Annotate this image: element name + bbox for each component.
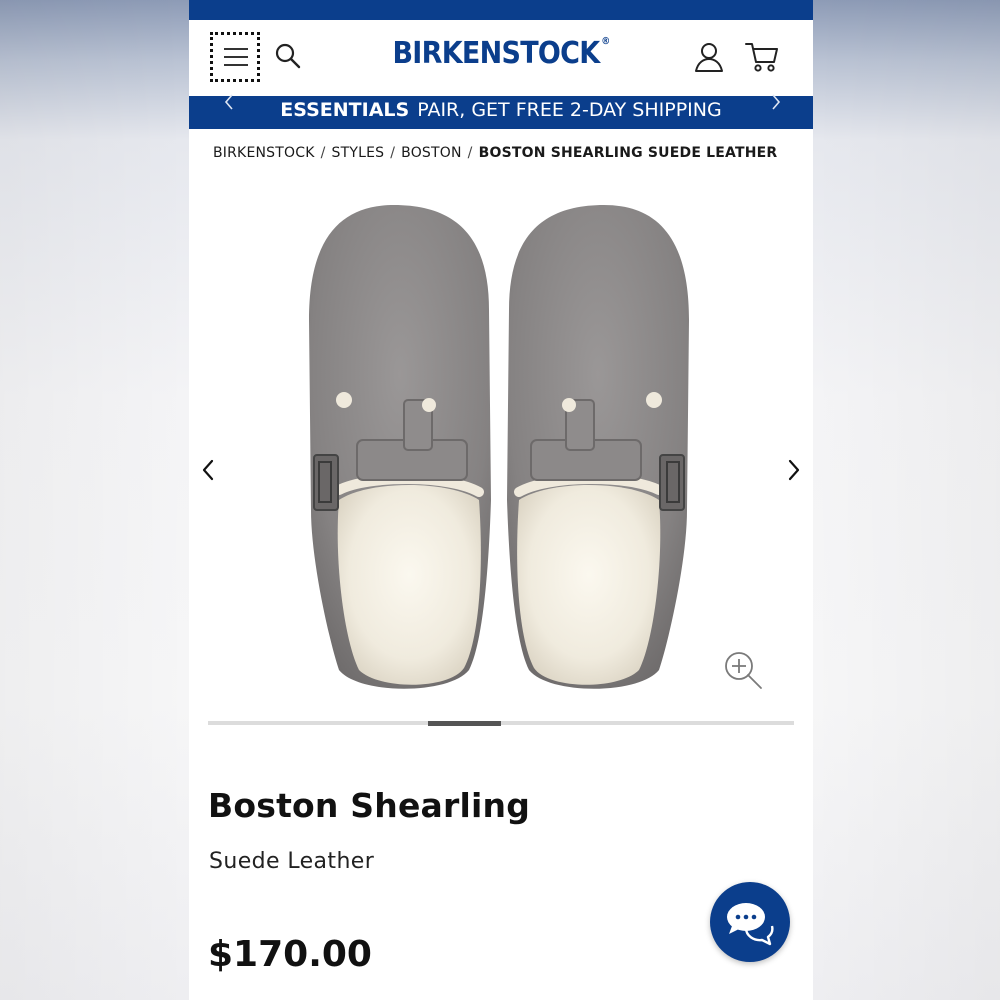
breadcrumb-separator: /	[320, 145, 326, 161]
brand-logo-text: BIRKENSTOCK	[392, 36, 600, 71]
registered-mark: ®	[601, 36, 610, 47]
cart-icon	[745, 43, 778, 72]
chevron-right-icon	[772, 94, 781, 110]
chevron-right-icon	[788, 459, 800, 481]
product-image[interactable]	[299, 200, 699, 700]
phone-screen: BIRKENSTOCK ® ESSENTIALS PAIR, GET FREE 2-…	[189, 0, 813, 1000]
breadcrumb: BIRKENSTOCK / STYLES / BOSTON / BOSTON SHEARLI…	[213, 145, 777, 161]
account-icon	[695, 43, 723, 72]
gallery-progress-track[interactable]	[208, 721, 794, 725]
product-gallery	[189, 190, 813, 710]
gallery-prev-button[interactable]	[199, 457, 217, 483]
promo-highlight: ESSENTIALS	[280, 99, 410, 121]
product-material: Suede Leather	[209, 849, 375, 874]
gallery-next-button[interactable]	[785, 457, 803, 483]
left-clog	[309, 205, 491, 689]
breadcrumb-link-styles[interactable]: STYLES	[332, 145, 385, 161]
chat-button[interactable]	[710, 882, 790, 962]
right-clog	[507, 205, 689, 689]
backdrop-left	[0, 0, 189, 1000]
chat-bubbles-icon	[727, 903, 774, 946]
cart-button[interactable]	[744, 40, 780, 74]
site-header: BIRKENSTOCK ®	[189, 20, 813, 96]
zoom-button[interactable]	[721, 648, 765, 692]
product-price: $170.00	[208, 934, 372, 975]
breadcrumb-separator: /	[390, 145, 396, 161]
account-button[interactable]	[692, 40, 726, 74]
backdrop-right	[811, 0, 1000, 1000]
breadcrumb-current: BOSTON SHEARLING SUEDE LEATHER	[478, 145, 778, 161]
chevron-left-icon	[202, 459, 214, 481]
promo-next-button[interactable]	[766, 92, 786, 112]
product-title: Boston Shearling	[208, 786, 531, 825]
promo-text: ESSENTIALS PAIR, GET FREE 2-DAY SHIPPING	[189, 99, 813, 121]
breadcrumb-link-boston[interactable]: BOSTON	[401, 145, 462, 161]
top-blue-strip	[189, 0, 813, 20]
breadcrumb-separator: /	[467, 145, 473, 161]
gallery-progress-thumb[interactable]	[428, 721, 501, 726]
zoom-in-icon	[725, 652, 762, 689]
promo-message: PAIR, GET FREE 2-DAY SHIPPING	[417, 99, 722, 121]
breadcrumb-link-home[interactable]: BIRKENSTOCK	[213, 145, 315, 161]
promo-banner[interactable]: ESSENTIALS PAIR, GET FREE 2-DAY SHIPPING	[189, 94, 813, 129]
